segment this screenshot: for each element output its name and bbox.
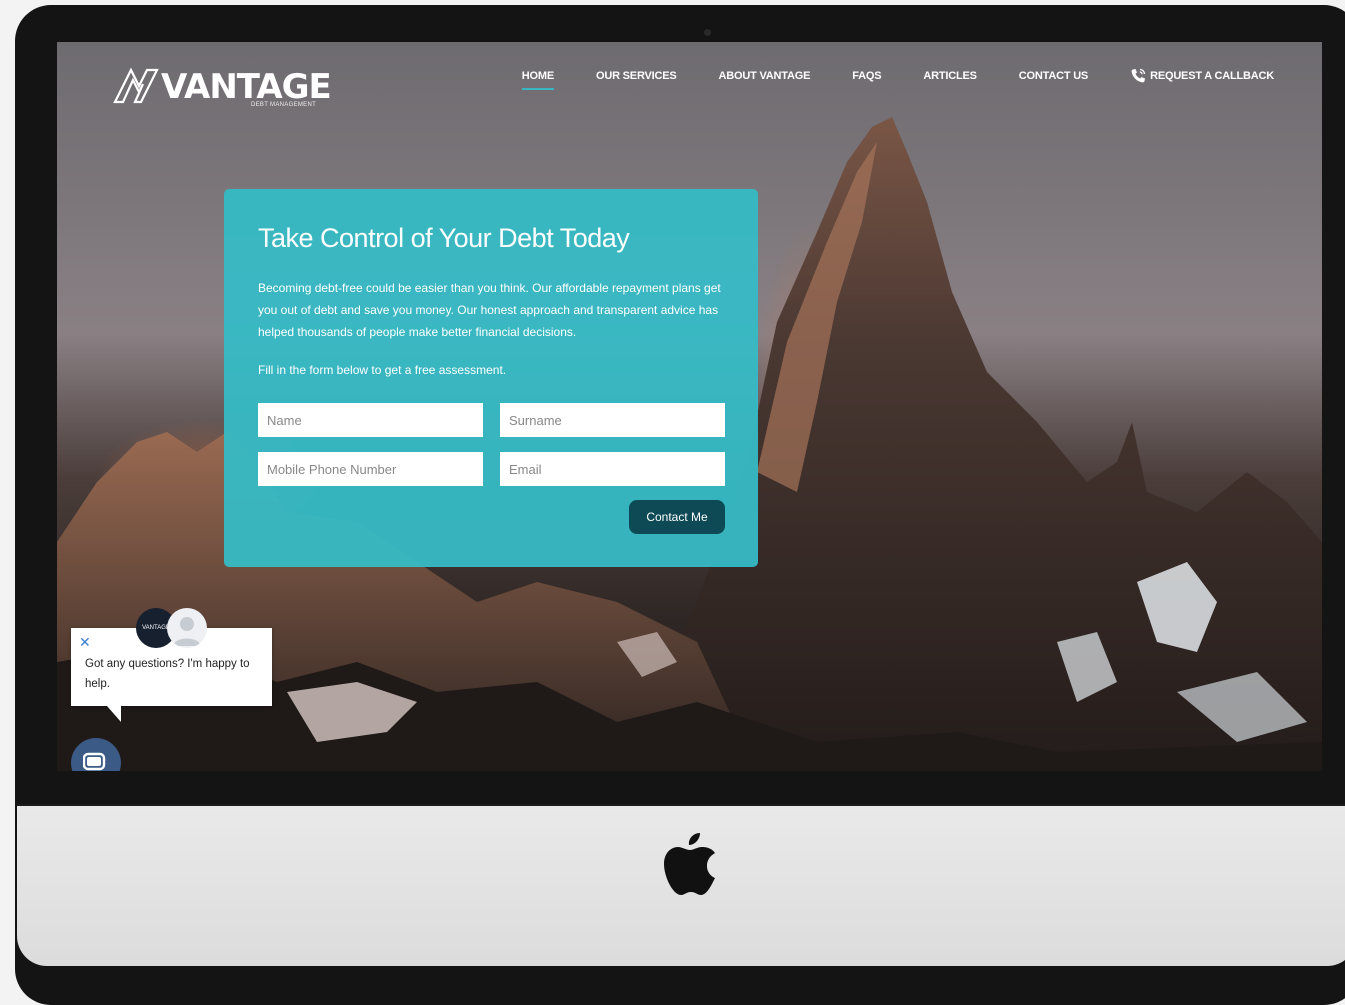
vantage-logo-mark-icon: [113, 67, 159, 104]
chat-bubble-tail: [107, 706, 121, 722]
nav-item-faqs[interactable]: FAQS: [852, 70, 881, 82]
chat-icon: [83, 752, 106, 771]
nav-item-our-services[interactable]: OUR SERVICES: [596, 70, 677, 82]
mobile-phone-input[interactable]: [258, 452, 483, 486]
close-icon[interactable]: ✕: [79, 635, 91, 649]
email-input[interactable]: [500, 452, 725, 486]
request-callback-link[interactable]: REQUEST A CALLBACK: [1130, 68, 1274, 84]
nav-item-articles[interactable]: ARTICLES: [923, 70, 977, 82]
nav-item-contact-us[interactable]: CONTACT US: [1019, 70, 1088, 82]
brand-logo[interactable]: VANTAGE DEBT MANAGEMENT: [113, 62, 332, 108]
hero-title: Take Control of Your Debt Today: [258, 223, 630, 253]
form-prompt: Fill in the form below to get a free ass…: [258, 363, 507, 377]
apple-logo-icon: [664, 833, 715, 895]
camera-dot: [704, 29, 711, 36]
chat-brand-avatar-label: VANTAGE: [142, 625, 170, 631]
surname-input[interactable]: [500, 403, 725, 437]
name-input[interactable]: [258, 403, 483, 437]
brand-name: VANTAGE: [161, 67, 332, 107]
phone-icon: [1131, 68, 1146, 83]
website-screen: VANTAGE DEBT MANAGEMENT HOME OUR SERVICE…: [57, 42, 1322, 771]
contact-me-button[interactable]: Contact Me: [629, 500, 725, 534]
user-silhouette-icon: [173, 617, 201, 646]
chat-greeting-text: Got any questions? I'm happy to help.: [85, 658, 250, 690]
hero-description: Becoming debt-free could be easier than …: [258, 281, 721, 339]
brand-tagline: DEBT MANAGEMENT: [251, 102, 317, 108]
nav-item-about-vantage[interactable]: ABOUT VANTAGE: [719, 70, 811, 82]
nav-item-home[interactable]: HOME: [521, 70, 555, 90]
chat-agent-user-avatar: [167, 608, 207, 648]
assessment-form-card: Take Control of Your Debt Today Becoming…: [224, 189, 758, 567]
main-nav: HOME OUR SERVICES ABOUT VANTAGE FAQS ART…: [480, 68, 1274, 90]
request-callback-label: REQUEST A CALLBACK: [1150, 70, 1274, 82]
